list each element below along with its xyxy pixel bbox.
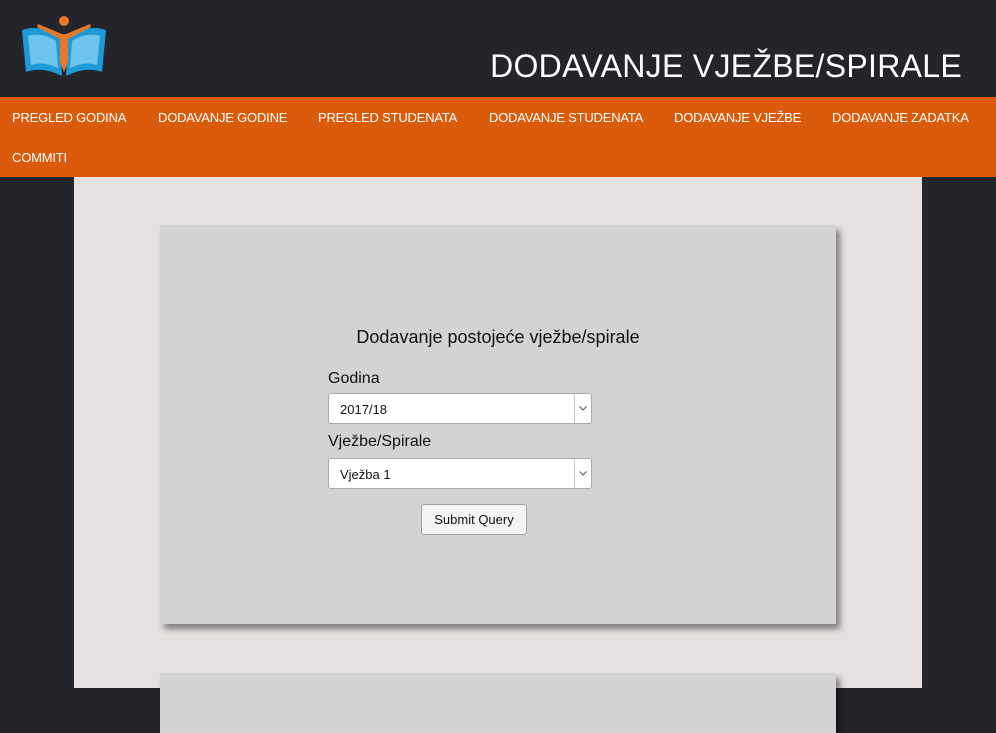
chevron-down-icon [574,459,591,488]
godina-label: Godina [328,370,380,387]
main-nav: PREGLED GODINA DODAVANJE GODINE PREGLED … [0,97,996,177]
vjezba-select-value: Vježba 1 [340,467,391,482]
page-title: DODAVANJE VJEŽBE/SPIRALE [490,48,962,84]
chevron-down-icon [574,394,591,423]
nav-item-pregled-godina[interactable]: PREGLED GODINA [12,110,126,125]
godina-select-value: 2017/18 [340,402,387,417]
vjezba-select[interactable]: Vježba 1 [328,458,592,489]
book-person-logo-icon[interactable] [18,14,110,78]
nav-item-pregled-studenata[interactable]: PREGLED STUDENATA [318,110,457,125]
vjezba-label: Vježbe/Spirale [328,433,432,450]
header: DODAVANJE VJEŽBE/SPIRALE [0,0,996,97]
content-area: Dodavanje postojeće vježbe/spirale Godin… [74,177,922,733]
nav-item-dodavanje-godine[interactable]: DODAVANJE GODINE [158,110,287,125]
submit-button[interactable]: Submit Query [421,504,527,535]
second-card [160,673,836,733]
nav-item-dodavanje-zadatka[interactable]: DODAVANJE ZADATKA [832,110,969,125]
nav-item-commiti[interactable]: COMMITI [12,150,67,165]
nav-item-dodavanje-vjezbe[interactable]: DODAVANJE VJEŽBE [674,110,801,125]
godina-select[interactable]: 2017/18 [328,393,592,424]
form-title: Dodavanje postojeće vježbe/spirale [356,327,640,347]
nav-item-dodavanje-studenata[interactable]: DODAVANJE STUDENATA [489,110,643,125]
add-exercise-card: Dodavanje postojeće vježbe/spirale Godin… [160,225,836,624]
